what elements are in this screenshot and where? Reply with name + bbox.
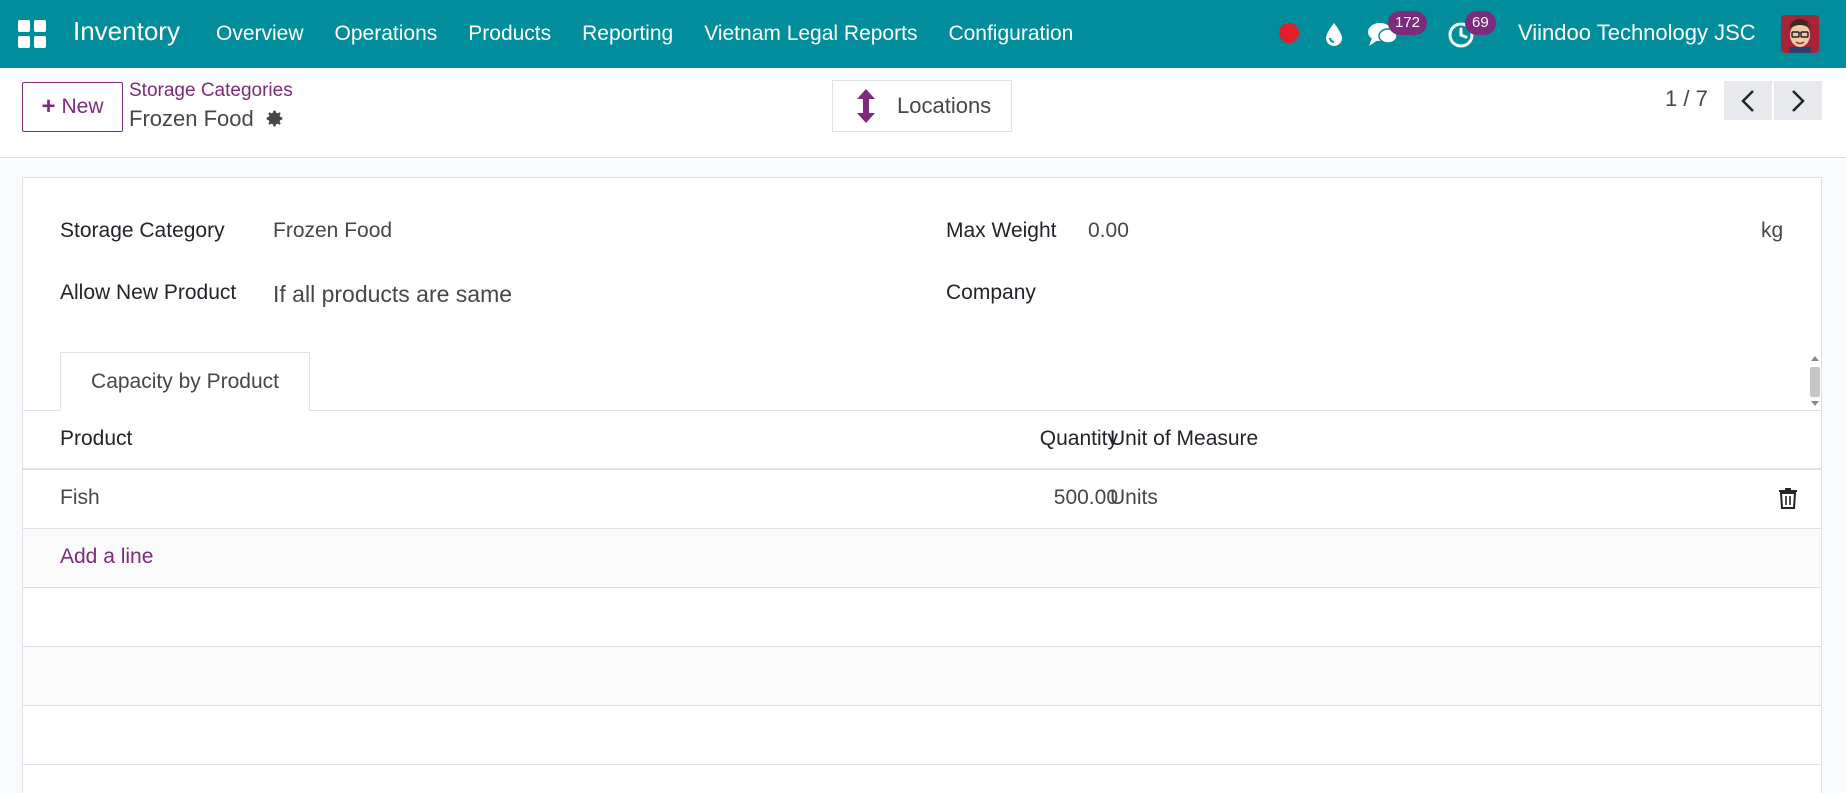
form-sheet: Storage Category Frozen Food Allow New P… [22, 177, 1822, 793]
table-row[interactable]: Fish 500.00 Units [23, 470, 1821, 529]
recording-dot-icon[interactable] [1279, 23, 1299, 43]
empty-row [23, 706, 1821, 765]
storage-category-field[interactable]: Frozen Food [273, 219, 392, 243]
app-name[interactable]: Inventory [73, 16, 180, 47]
company-label: Company [946, 281, 1036, 304]
max-weight-label: Max Weight [946, 219, 1057, 242]
chevron-right-icon [1792, 89, 1805, 112]
pager-value[interactable]: 1 / 7 [1665, 86, 1708, 112]
breadcrumb-storage-categories[interactable]: Storage Categories [129, 80, 293, 102]
locations-smart-button[interactable]: Locations [832, 80, 1012, 132]
empty-row [23, 647, 1821, 706]
add-line-row: Add a line [23, 529, 1821, 588]
scroll-up-icon[interactable] [1811, 356, 1819, 361]
allow-new-product-field[interactable]: If all products are same [273, 281, 512, 308]
cell-product[interactable]: Fish [60, 486, 100, 510]
pager-next-button[interactable] [1774, 81, 1822, 120]
menu-overview[interactable]: Overview [216, 22, 304, 46]
top-navbar: Inventory Overview Operations Products R… [0, 0, 1846, 68]
locations-label: Locations [897, 93, 992, 118]
messages-count-badge: 172 [1388, 11, 1428, 35]
trash-icon[interactable] [1778, 487, 1798, 509]
menu-products[interactable]: Products [468, 22, 551, 46]
cell-unit-of-measure[interactable]: Units [1110, 486, 1158, 510]
table-header: Product Quantity Unit of Measure [23, 411, 1821, 470]
activities-count-badge: 69 [1465, 11, 1496, 35]
max-weight-unit: kg [1761, 219, 1784, 242]
tab-scrollbar[interactable] [1809, 353, 1821, 409]
company-switcher[interactable]: Viindoo Technology JSC [1518, 20, 1756, 46]
storage-category-label: Storage Category [60, 219, 225, 242]
column-product[interactable]: Product [60, 427, 132, 451]
column-unit-of-measure[interactable]: Unit of Measure [1110, 427, 1258, 451]
chevron-left-icon [1741, 89, 1754, 112]
scroll-thumb[interactable] [1810, 367, 1820, 397]
avatar[interactable] [1781, 15, 1819, 53]
main-menu: Overview Operations Products Reporting V… [216, 0, 1104, 68]
add-line-link[interactable]: Add a line [60, 545, 153, 569]
tab-capacity-by-product[interactable]: Capacity by Product [60, 352, 310, 411]
allow-new-product-label: Allow New Product [60, 281, 237, 304]
empty-row [23, 588, 1821, 647]
scroll-down-icon[interactable] [1811, 401, 1819, 406]
menu-reporting[interactable]: Reporting [582, 22, 673, 46]
column-quantity[interactable]: Quantity [1040, 427, 1118, 451]
max-weight-field[interactable]: 0.00 [1088, 219, 1129, 243]
new-button-label: New [61, 95, 104, 118]
pager-previous-button[interactable] [1724, 81, 1772, 120]
menu-vietnam-legal-reports[interactable]: Vietnam Legal Reports [704, 22, 917, 46]
menu-configuration[interactable]: Configuration [948, 22, 1073, 46]
new-button[interactable]: + New [22, 82, 123, 132]
cell-quantity[interactable]: 500.00 [1054, 486, 1118, 510]
drop-icon[interactable] [1321, 20, 1347, 48]
vertical-arrows-icon [857, 89, 875, 123]
plus-icon: + [41, 93, 56, 120]
gear-icon[interactable] [264, 108, 285, 129]
breadcrumb-current: Frozen Food [129, 106, 254, 131]
menu-operations[interactable]: Operations [335, 22, 438, 46]
apps-menu-icon[interactable] [18, 20, 46, 48]
